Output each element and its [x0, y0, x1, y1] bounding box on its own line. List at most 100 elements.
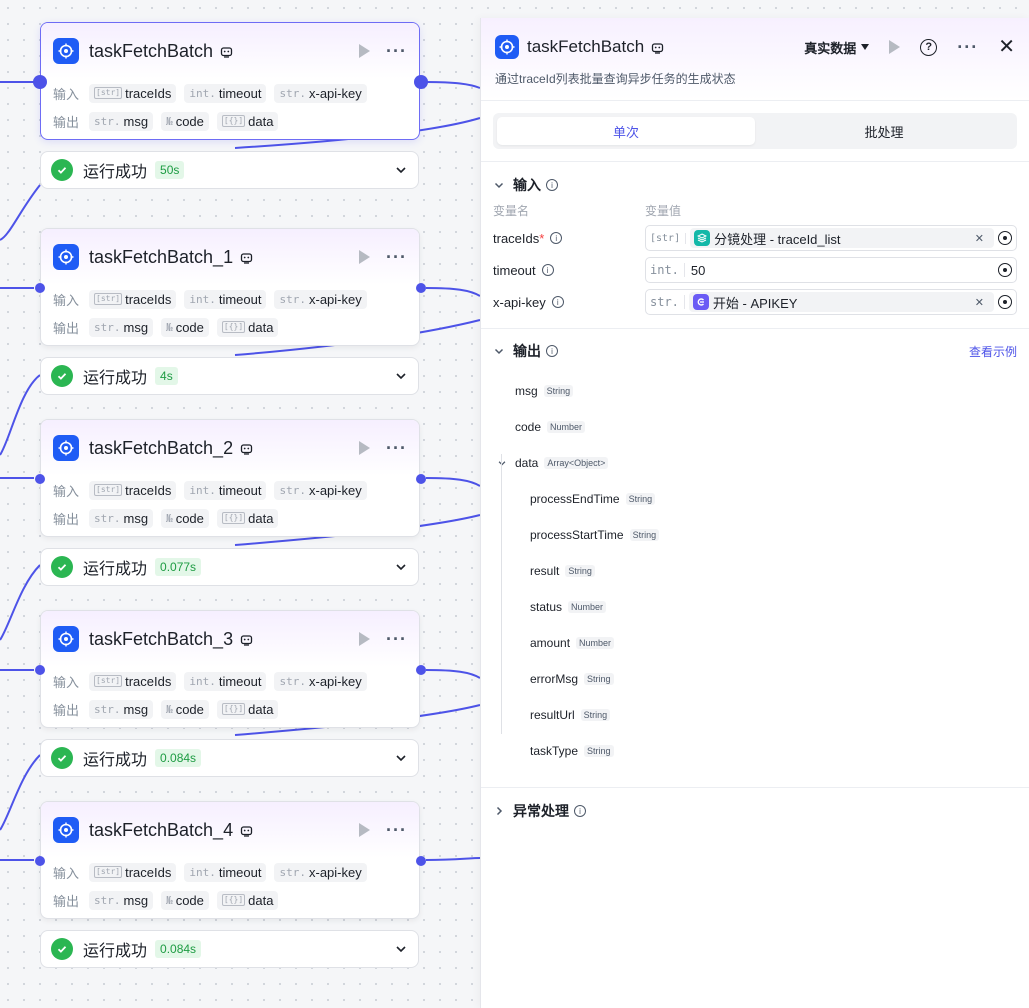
view-example-link[interactable]: 查看示例 [969, 343, 1017, 360]
output-port[interactable] [416, 665, 426, 675]
node-title: taskFetchBatch_4 [89, 819, 234, 840]
robot-icon [240, 824, 253, 837]
info-icon[interactable]: i [541, 264, 554, 276]
run-node-icon[interactable] [359, 823, 371, 837]
run-icon[interactable] [889, 40, 901, 54]
more-icon[interactable]: ··· [386, 439, 407, 457]
duration-badge: 50s [155, 161, 185, 179]
info-icon[interactable]: i [574, 805, 586, 817]
tab-single[interactable]: 单次 [497, 117, 755, 145]
run-node-icon[interactable] [359, 250, 371, 264]
type-icon: str. [94, 320, 121, 334]
input-port[interactable] [35, 665, 45, 675]
more-icon[interactable]: ··· [386, 42, 407, 60]
input-row-api-key: x-api-key i str. 开始 - APIKEY ✕ [493, 286, 1017, 318]
run-status-bar[interactable]: 运行成功 0.084s [40, 930, 419, 968]
error-section-header[interactable]: 异常处理 i [493, 788, 1017, 834]
tab-batch[interactable]: 批处理 [755, 117, 1013, 145]
output-child-field: processEndTime String [493, 481, 1017, 517]
input-port[interactable] [35, 474, 45, 484]
input-param-pill: [str] traceIds [89, 83, 177, 103]
layers-icon [694, 230, 711, 246]
chevron-down-icon[interactable] [394, 560, 408, 574]
type-icon: int. [189, 865, 216, 879]
run-status-bar[interactable]: 运行成功 4s [40, 357, 419, 395]
more-icon[interactable]: ··· [386, 821, 407, 839]
run-node-icon[interactable] [359, 441, 371, 455]
required-mark: * [539, 230, 545, 246]
info-icon[interactable]: i [550, 232, 563, 244]
workflow-node[interactable]: taskFetchBatch_3 ··· 输入 [str] traceIds int… [40, 610, 420, 728]
param-name: timeout [218, 85, 262, 101]
field-name: errorMsg [530, 672, 579, 686]
input-port[interactable] [35, 283, 45, 293]
input-row-timeout: timeout i int. 50 [493, 254, 1017, 286]
robot-icon [240, 633, 253, 646]
variable-reference-tag[interactable]: 分镜处理 - traceId_list ✕ [690, 228, 994, 248]
type-icon: str. [94, 511, 121, 525]
chevron-down-icon[interactable] [497, 458, 507, 468]
node-input-row: 输入 [str] traceIds int. timeout str. x-api-key [41, 476, 419, 504]
chevron-down-icon[interactable] [394, 751, 408, 765]
timeout-value[interactable]: 50 [689, 263, 994, 278]
output-child-field: errorMsg String [493, 661, 1017, 697]
chevron-down-icon[interactable] [394, 163, 408, 177]
run-status-bar[interactable]: 运行成功 50s [40, 151, 419, 189]
clear-icon[interactable]: ✕ [975, 232, 984, 245]
variable-picker-icon[interactable] [998, 231, 1012, 245]
output-port[interactable] [416, 283, 426, 293]
output-section-header[interactable]: 输出 i 查看示例 [493, 329, 1017, 373]
more-icon[interactable]: ··· [386, 630, 407, 648]
reference-text: 开始 - APIKEY [712, 295, 798, 311]
chevron-right-icon [496, 806, 503, 816]
variable-picker-icon[interactable] [998, 295, 1012, 309]
variable-picker-icon[interactable] [998, 263, 1012, 277]
type-icon: [str] [94, 675, 123, 687]
variable-reference-tag[interactable]: 开始 - APIKEY ✕ [688, 292, 994, 312]
run-node-icon[interactable] [359, 44, 371, 58]
timeout-value-field[interactable]: int. 50 [645, 257, 1017, 283]
info-icon[interactable]: i [546, 179, 558, 191]
chevron-down-icon[interactable] [394, 942, 408, 956]
output-port[interactable] [416, 856, 426, 866]
close-icon[interactable]: ✕ [998, 37, 1015, 57]
workflow-node[interactable]: taskFetchBatch_2 ··· 输入 [str] traceIds int… [40, 419, 420, 537]
chevron-down-icon[interactable] [394, 369, 408, 383]
node-header: taskFetchBatch_1 ··· [41, 229, 419, 285]
input-port[interactable] [33, 75, 47, 89]
more-icon[interactable]: ··· [957, 38, 978, 56]
field-type: Array<Object> [544, 457, 609, 469]
output-port[interactable] [416, 474, 426, 484]
help-icon[interactable]: ? [920, 38, 938, 56]
more-icon[interactable]: ··· [386, 248, 407, 266]
param-name: x-api-key [308, 864, 362, 880]
node-header: taskFetchBatch_3 ··· [41, 611, 419, 667]
api-key-value-field[interactable]: str. 开始 - APIKEY ✕ [645, 289, 1017, 315]
plugin-icon [53, 817, 79, 843]
field-name: status [530, 600, 563, 614]
output-port[interactable] [414, 75, 428, 89]
node-title: taskFetchBatch_1 [89, 246, 234, 267]
success-check-icon [51, 159, 73, 181]
workflow-node[interactable]: taskFetchBatch_4 ··· 输入 [str] traceIds int… [40, 801, 420, 919]
field-name: msg [515, 384, 538, 398]
run-status-bar[interactable]: 运行成功 0.084s [40, 739, 419, 777]
input-param-pill: int. timeout [184, 83, 267, 103]
traceids-value-field[interactable]: [str] 分镜处理 - traceId_list ✕ [645, 225, 1017, 251]
input-param-pill: [str] traceIds [89, 480, 177, 500]
run-node-icon[interactable] [359, 632, 371, 646]
run-status-bar[interactable]: 运行成功 0.077s [40, 548, 419, 586]
type-icon: str. [279, 292, 306, 306]
workflow-node[interactable]: taskFetchBatch ··· 输入 [str] traceIds int. t… [40, 22, 420, 140]
type-icon: № [166, 893, 173, 907]
input-param-pill: str. x-api-key [274, 862, 367, 882]
data-mode-select[interactable]: 真实数据 [804, 38, 870, 57]
info-icon[interactable]: i [546, 345, 558, 357]
plugin-icon [53, 38, 79, 64]
info-icon[interactable]: i [551, 296, 564, 308]
clear-icon[interactable]: ✕ [975, 296, 984, 309]
param-name: msg [123, 701, 149, 717]
workflow-node[interactable]: taskFetchBatch_1 ··· 输入 [str] traceIds int… [40, 228, 420, 346]
chevron-down-icon [494, 348, 504, 355]
input-port[interactable] [35, 856, 45, 866]
